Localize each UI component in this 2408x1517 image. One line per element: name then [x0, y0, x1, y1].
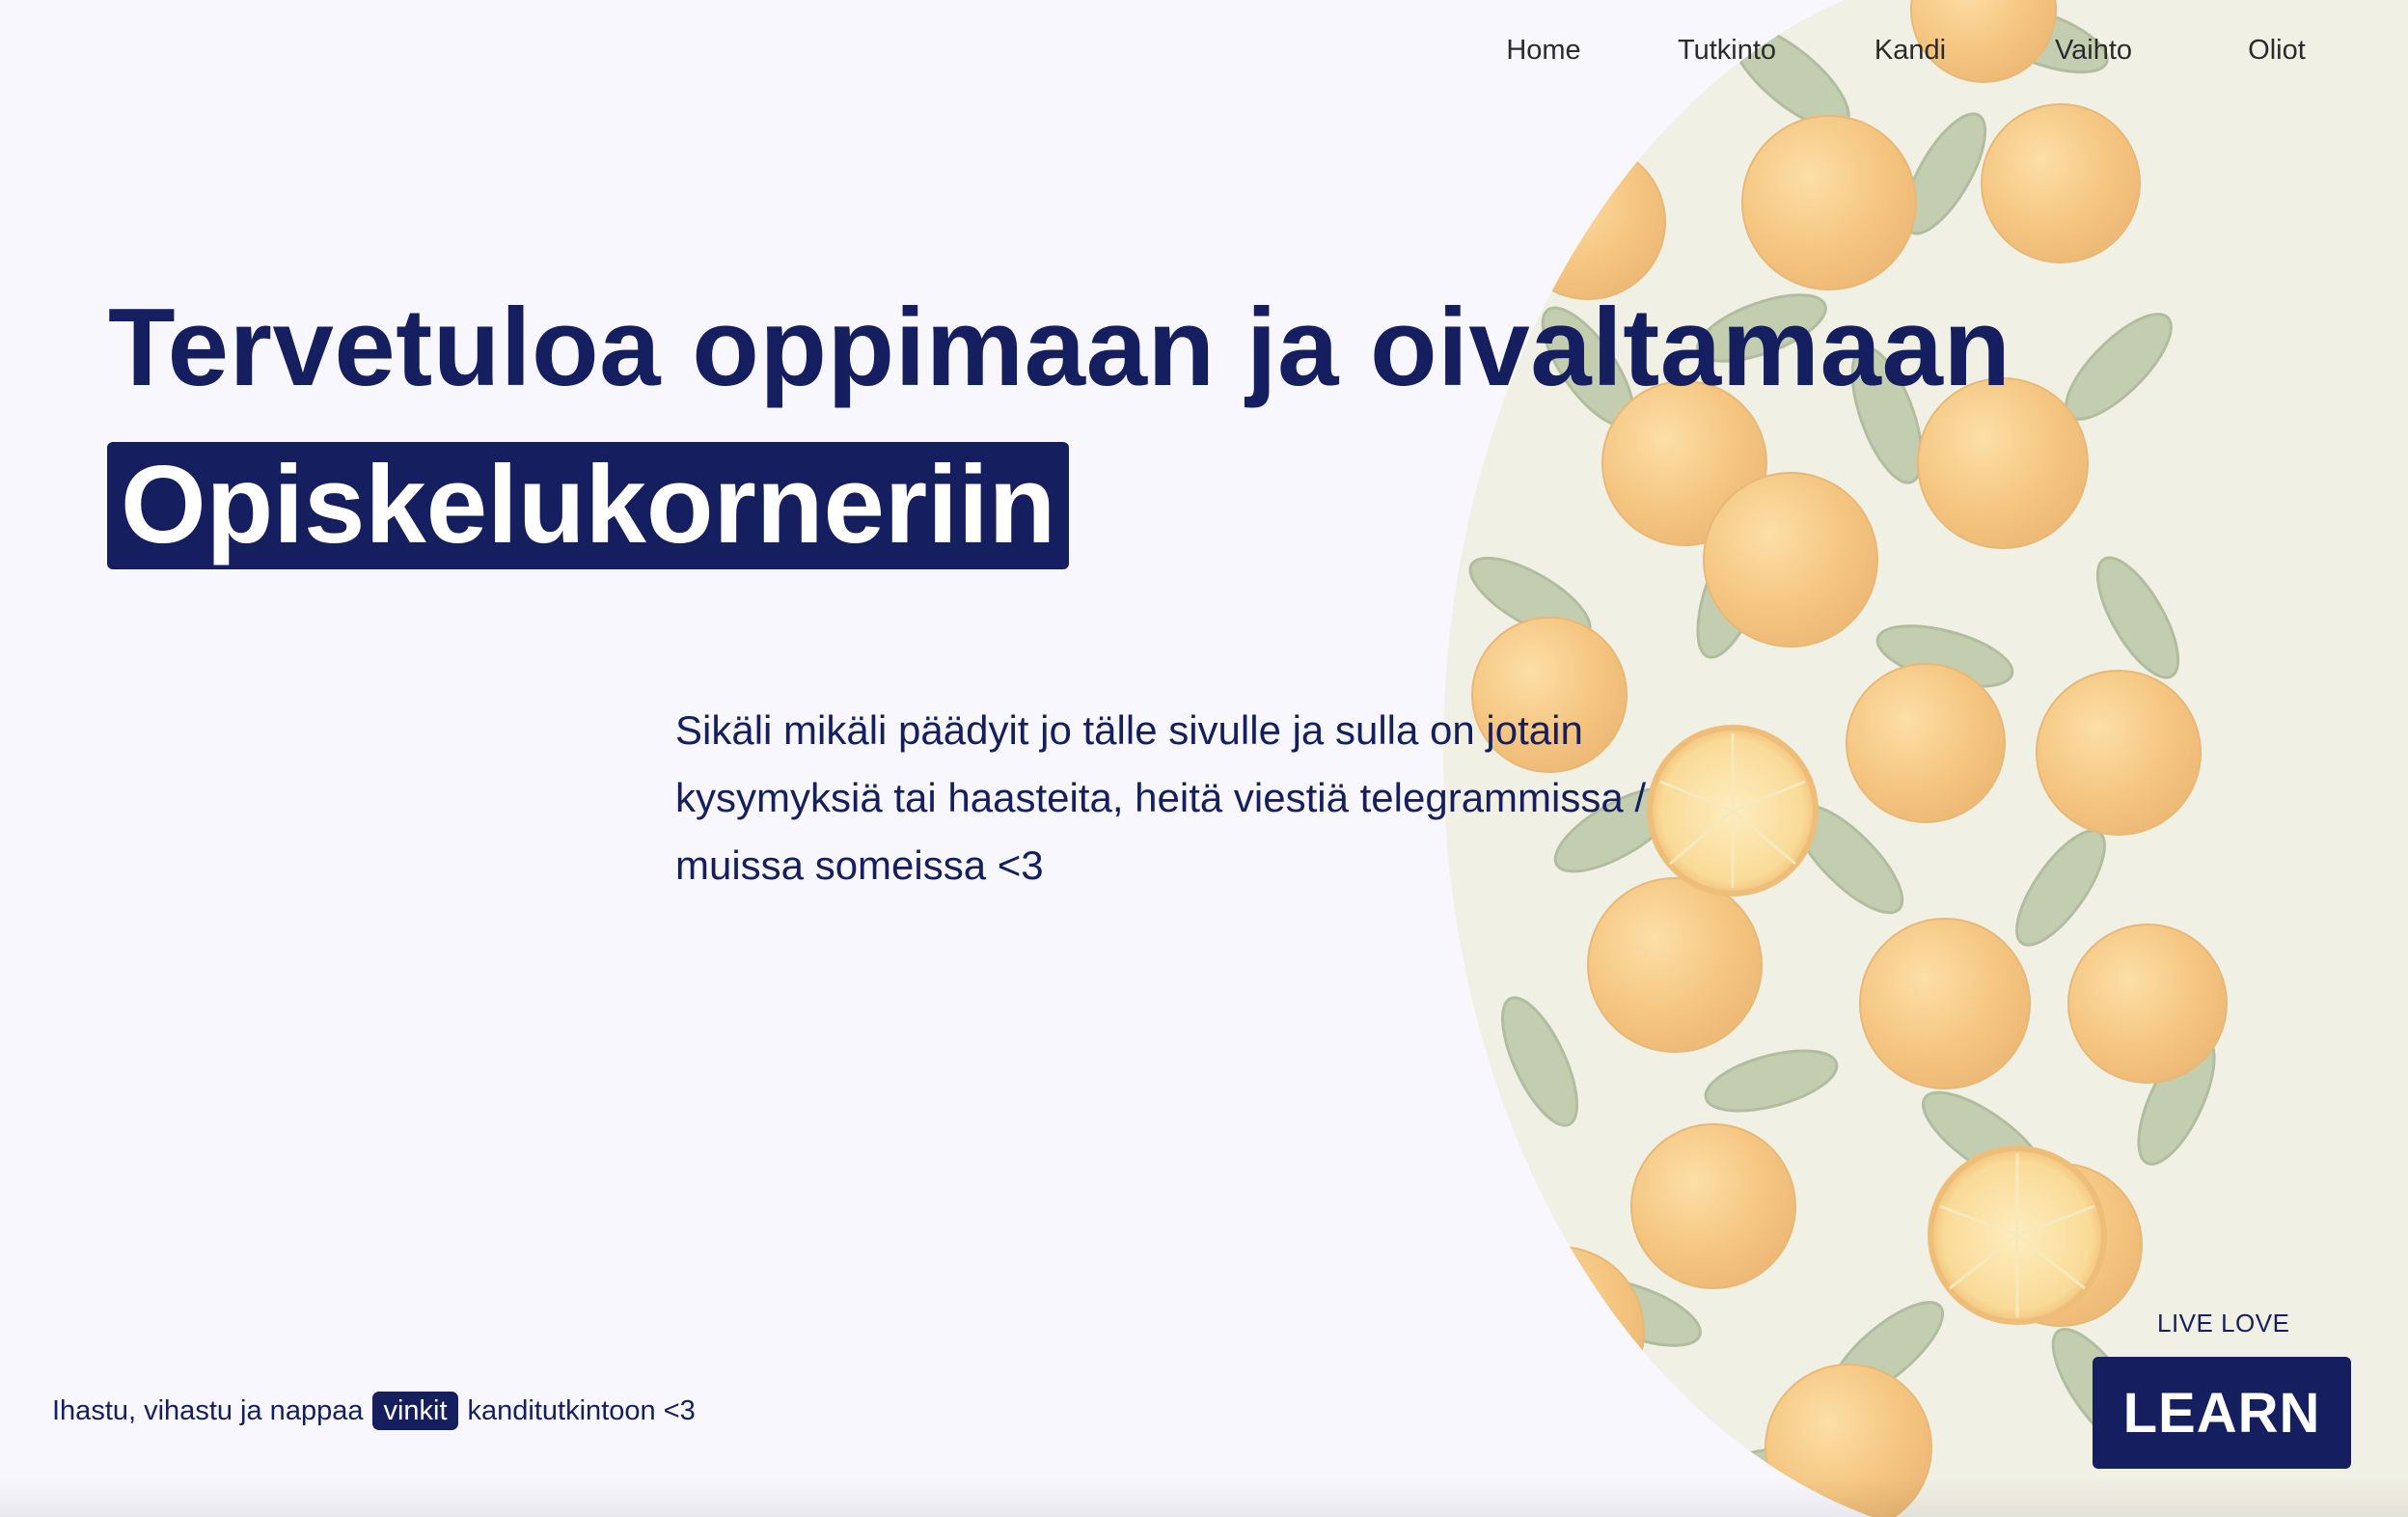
nav-item-oliot[interactable]: Oliot: [2185, 31, 2368, 69]
main-nav: Home Tutkinto Kandi Vaihto Oliot: [1452, 31, 2368, 69]
learn-button[interactable]: LEARN: [2093, 1357, 2351, 1469]
nav-item-vaihto[interactable]: Vaihto: [2002, 31, 2185, 69]
nav-item-home[interactable]: Home: [1452, 31, 1635, 69]
hero-highlight: Opiskelukorneriin: [107, 442, 1070, 569]
hero-title: Tervetuloa oppimaan ja oivaltamaan: [108, 287, 2011, 409]
tagline-after: kanditutkintoon <3: [467, 1394, 696, 1426]
tagline-before: Ihastu, vihastu ja nappaa: [52, 1394, 364, 1426]
intro-text: Sikäli mikäli päädyit jo tälle sivulle j…: [675, 707, 1647, 888]
nav-item-kandi[interactable]: Kandi: [1819, 31, 2002, 69]
tips-chip[interactable]: vinkit: [372, 1392, 458, 1430]
bottom-shadow: [0, 1478, 2408, 1517]
page: Home Tutkinto Kandi Vaihto Oliot Tervetu…: [0, 0, 2408, 1517]
nav-item-tutkinto[interactable]: Tutkinto: [1635, 31, 1819, 69]
cta-eyebrow: LIVE LOVE: [2157, 1309, 2290, 1338]
footer-tagline: Ihastu, vihastu ja nappaa vinkit kanditu…: [52, 1392, 696, 1430]
